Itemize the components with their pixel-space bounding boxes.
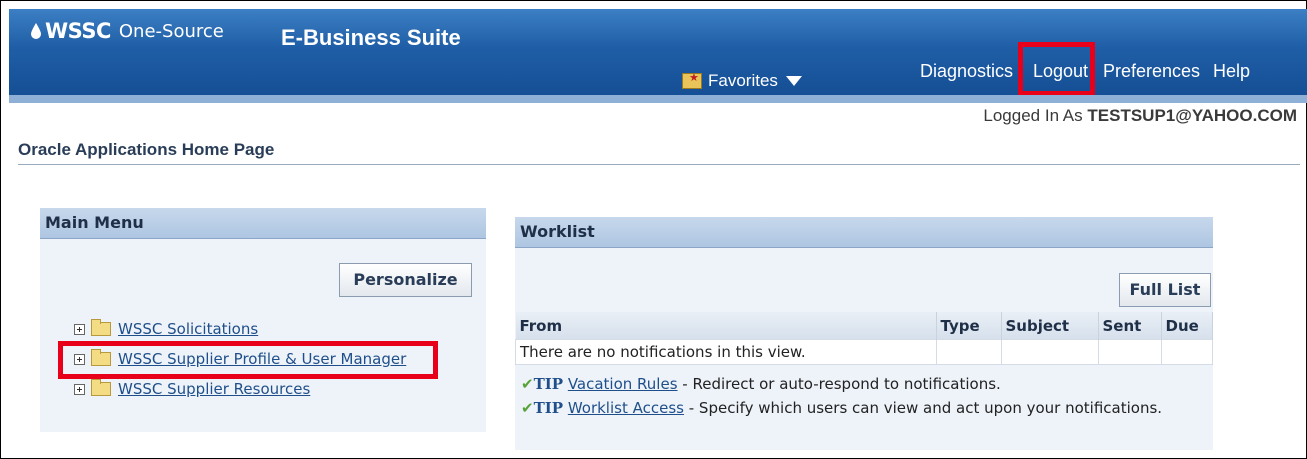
personalize-button[interactable]: Personalize xyxy=(339,263,472,297)
expand-plus-icon[interactable] xyxy=(74,383,85,395)
worklist-panel: Worklist Full List From Type Subject Sen… xyxy=(515,217,1213,450)
logged-in-prefix: Logged In As xyxy=(983,106,1083,125)
supplier-resources-link[interactable]: WSSC Supplier Resources xyxy=(118,380,310,398)
header-divider-bar xyxy=(9,95,1307,103)
caret-down-icon xyxy=(785,76,802,86)
column-from[interactable]: From xyxy=(515,312,937,340)
worklist-access-link[interactable]: Worklist Access xyxy=(568,399,684,417)
logo-brand: WSSC xyxy=(45,19,111,43)
worklist-header: Worklist xyxy=(515,217,1213,248)
table-cell xyxy=(1097,339,1162,365)
logo-subtitle: One-Source xyxy=(118,20,224,42)
column-sent[interactable]: Sent xyxy=(1098,312,1162,340)
supplier-profile-highlight-box xyxy=(58,341,438,379)
worklist-table: From Type Subject Sent Due There are no … xyxy=(515,312,1213,365)
favorites-menu[interactable]: Favorites xyxy=(682,71,802,91)
tip-label: TIP xyxy=(533,375,564,393)
table-cell xyxy=(935,339,1002,365)
tip-worklist-access: ✔TIP Worklist Access - Specify which use… xyxy=(521,399,1162,417)
suite-title: E-Business Suite xyxy=(281,25,461,50)
folder-icon xyxy=(91,319,111,336)
global-header: WSSC One-Source E-Business Suite Favorit… xyxy=(9,9,1307,95)
solicitations-link[interactable]: WSSC Solicitations xyxy=(118,320,258,338)
title-divider xyxy=(18,164,1300,165)
tip-text: - Redirect or auto-respond to notificati… xyxy=(677,375,1001,393)
favorites-label: Favorites xyxy=(708,71,778,90)
column-subject[interactable]: Subject xyxy=(1001,312,1099,340)
expand-plus-icon[interactable] xyxy=(74,323,85,335)
checkmark-icon: ✔ xyxy=(521,375,534,393)
folder-icon xyxy=(91,379,111,396)
tip-text: - Specify which users can view and act u… xyxy=(683,399,1163,417)
help-link[interactable]: Help xyxy=(1213,61,1250,82)
logged-in-status: Logged In As TESTSUP1@YAHOO.COM xyxy=(983,106,1297,126)
favorites-folder-icon xyxy=(682,71,702,89)
checkmark-icon: ✔ xyxy=(521,399,534,417)
main-menu-panel: Main Menu Personalize WSSC Solicitations… xyxy=(40,208,486,432)
logged-in-user: TESTSUP1@YAHOO.COM xyxy=(1087,106,1297,125)
logout-highlight-box xyxy=(1018,42,1095,96)
tip-vacation-rules: ✔TIP Vacation Rules - Redirect or auto-r… xyxy=(521,375,1001,393)
wssc-logo: WSSC One-Source xyxy=(31,19,224,43)
tree-item-solicitations: WSSC Solicitations xyxy=(74,319,258,338)
full-list-button[interactable]: Full List xyxy=(1119,273,1211,307)
main-menu-header: Main Menu xyxy=(40,208,486,239)
table-cell xyxy=(1160,339,1213,365)
vacation-rules-link[interactable]: Vacation Rules xyxy=(568,375,678,393)
preferences-link[interactable]: Preferences xyxy=(1103,61,1200,82)
table-header-row: From Type Subject Sent Due xyxy=(515,312,1213,340)
column-due[interactable]: Due xyxy=(1161,312,1213,340)
tree-item-supplier-resources: WSSC Supplier Resources xyxy=(74,379,310,398)
water-drop-icon xyxy=(31,23,41,39)
column-type[interactable]: Type xyxy=(936,312,1002,340)
tip-label: TIP xyxy=(533,399,564,417)
page-title: Oracle Applications Home Page xyxy=(18,140,275,159)
empty-message: There are no notifications in this view. xyxy=(515,339,937,365)
table-cell xyxy=(1000,339,1099,365)
table-row: There are no notifications in this view. xyxy=(515,339,1213,365)
diagnostics-link[interactable]: Diagnostics xyxy=(920,61,1013,82)
